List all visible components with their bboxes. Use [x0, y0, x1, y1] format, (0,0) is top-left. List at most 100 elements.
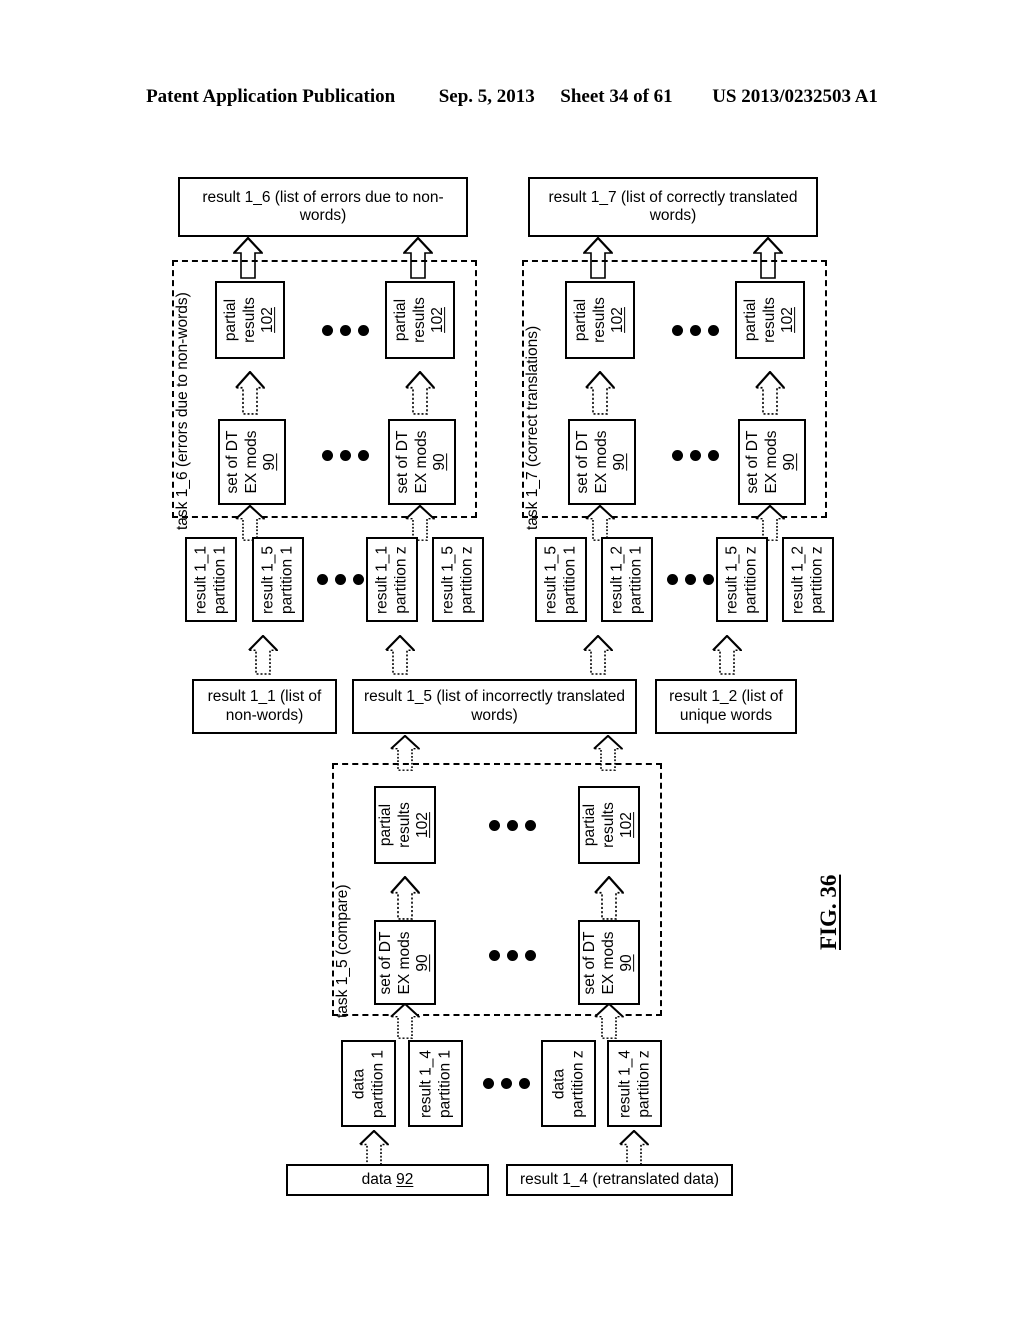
arrow-up-icon — [235, 371, 265, 415]
set-of-dt-ex-mods-box: set of DT EX mods 90 — [374, 920, 436, 1005]
partition-line1: result 1_5 — [259, 545, 277, 614]
arrow-up-icon — [385, 635, 415, 675]
partial-results-ref: 102 — [779, 307, 797, 333]
ellipsis-dots — [667, 574, 714, 585]
dt-ex-mods-line2: EX mods — [242, 430, 260, 494]
partition-line1: result 1_2 — [789, 545, 807, 614]
data-partition-line2: partition z — [568, 1049, 586, 1118]
partial-results-box: partial results 102 — [385, 281, 455, 359]
result-partition-box: result 1_4 partition 1 — [408, 1040, 463, 1127]
arrow-up-icon — [583, 635, 613, 675]
dt-ex-mods-line1: set of DT — [377, 931, 395, 994]
arrow-up-icon — [619, 1130, 649, 1168]
task-1-5-label: task 1_5 (compare) — [334, 884, 351, 1018]
partial-results-box: partial results 102 — [565, 281, 635, 359]
set-of-dt-ex-mods-box: set of DT EX mods 90 — [578, 920, 640, 1005]
set-of-dt-ex-mods-box: set of DT EX mods 90 — [738, 419, 806, 505]
partial-results-line1: partial — [222, 298, 240, 342]
ellipsis-dots — [672, 450, 719, 461]
data-92-ref: 92 — [396, 1170, 414, 1188]
header-date: Sep. 5, 2013 — [438, 86, 535, 107]
dt-ex-mods-ref: 90 — [618, 953, 636, 972]
dt-ex-mods-line1: set of DT — [574, 430, 592, 494]
page-header: Patent Application Publication Sep. 5, 2… — [0, 86, 1024, 108]
dt-ex-mods-ref: 90 — [781, 453, 799, 471]
partial-results-line2: results — [395, 802, 413, 848]
partition-line2: partition 1 — [627, 545, 644, 614]
result-1-4-box: result 1_4 (retranslated data) — [506, 1164, 733, 1196]
dt-ex-mods-line2: EX mods — [762, 430, 780, 494]
arrow-up-icon — [235, 505, 265, 541]
data-partition-line1: data — [549, 1068, 567, 1099]
dt-ex-mods-line2: EX mods — [412, 430, 430, 494]
partition-box: result 1_5 partition 1 — [535, 537, 587, 622]
ellipsis-dots — [672, 325, 719, 336]
dt-ex-mods-ref: 90 — [414, 953, 432, 972]
partition-box: result 1_5 partition z — [716, 537, 768, 622]
header-sheet: Sheet 34 of 61 — [560, 86, 673, 107]
dt-ex-mods-ref: 90 — [611, 453, 629, 471]
partial-results-box: partial results 102 — [374, 786, 436, 864]
data-partition-box: data partition z — [541, 1040, 596, 1127]
partial-results-line2: results — [760, 297, 778, 343]
partition-box: result 1_1 partition 1 — [185, 537, 237, 622]
dt-ex-mods-line1: set of DT — [224, 430, 242, 494]
dt-ex-mods-line1: set of DT — [394, 430, 412, 494]
partial-results-line1: partial — [392, 298, 410, 342]
partial-results-line2: results — [410, 297, 428, 343]
ellipsis-dots — [322, 325, 369, 336]
ellipsis-dots — [489, 820, 536, 831]
partition-box: result 1_1 partition z — [366, 537, 418, 622]
figure-label: FIG. 36 — [816, 874, 841, 950]
result-1-2-box: result 1_2 (list of unique words — [655, 679, 797, 734]
result-1-5-box: result 1_5 (list of incorrectly translat… — [352, 679, 637, 734]
arrow-up-icon — [390, 1003, 420, 1039]
partition-line2: partition 1 — [561, 545, 578, 614]
arrow-up-icon — [359, 1130, 389, 1168]
dt-ex-mods-line2: EX mods — [599, 931, 617, 994]
arrow-up-icon — [405, 371, 435, 415]
ellipsis-dots — [322, 450, 369, 461]
partial-results-ref: 102 — [414, 812, 432, 838]
task-1-7-label: task 1_7 (correct translations) — [524, 325, 541, 530]
partition-line1: result 1_5 — [723, 545, 741, 614]
partial-results-ref: 102 — [609, 307, 627, 333]
arrow-up-icon — [594, 876, 624, 920]
result-1-1-box: result 1_1 (list of non-words) — [192, 679, 337, 734]
dt-ex-mods-line1: set of DT — [581, 931, 599, 994]
partial-results-line1: partial — [742, 298, 760, 342]
header-patent-number: US 2013/0232503 A1 — [712, 86, 878, 107]
arrow-up-icon — [248, 635, 278, 675]
partial-results-line1: partial — [377, 803, 395, 847]
partition-line1: result 1_5 — [439, 545, 457, 614]
dt-ex-mods-line1: set of DT — [744, 430, 762, 494]
partition-line2: partition z — [392, 545, 409, 614]
arrow-up-icon — [712, 635, 742, 675]
partial-results-box: partial results 102 — [578, 786, 640, 864]
partition-box: result 1_2 partition 1 — [601, 537, 653, 622]
set-of-dt-ex-mods-box: set of DT EX mods 90 — [388, 419, 456, 505]
dt-ex-mods-line2: EX mods — [395, 931, 413, 994]
partial-results-line1: partial — [581, 803, 599, 847]
result-1-7-box: result 1_7 (list of correctly translated… — [528, 177, 818, 237]
arrow-up-icon — [585, 371, 615, 415]
data-partition-line2: partition 1 — [368, 1049, 386, 1118]
header-publication: Patent Application Publication — [146, 86, 396, 107]
dt-ex-mods-ref: 90 — [431, 453, 449, 471]
result-partition-line1: result 1_4 — [416, 1049, 434, 1118]
data-92-prefix: data — [361, 1170, 397, 1188]
patent-figure-page: Patent Application Publication Sep. 5, 2… — [0, 0, 1024, 1320]
partition-line2: partition z — [808, 545, 825, 614]
result-1-6-box: result 1_6 (list of errors due to non-wo… — [178, 177, 468, 237]
arrow-up-icon — [594, 1003, 624, 1039]
partial-results-line1: partial — [572, 298, 590, 342]
arrow-up-icon — [585, 505, 615, 541]
ellipsis-dots — [483, 1078, 530, 1089]
ellipsis-dots — [489, 950, 536, 961]
arrow-up-icon — [755, 505, 785, 541]
dt-ex-mods-line2: EX mods — [592, 430, 610, 494]
set-of-dt-ex-mods-box: set of DT EX mods 90 — [568, 419, 636, 505]
ellipsis-dots — [317, 574, 364, 585]
data-partition-box: data partition 1 — [341, 1040, 396, 1127]
set-of-dt-ex-mods-box: set of DT EX mods 90 — [218, 419, 286, 505]
